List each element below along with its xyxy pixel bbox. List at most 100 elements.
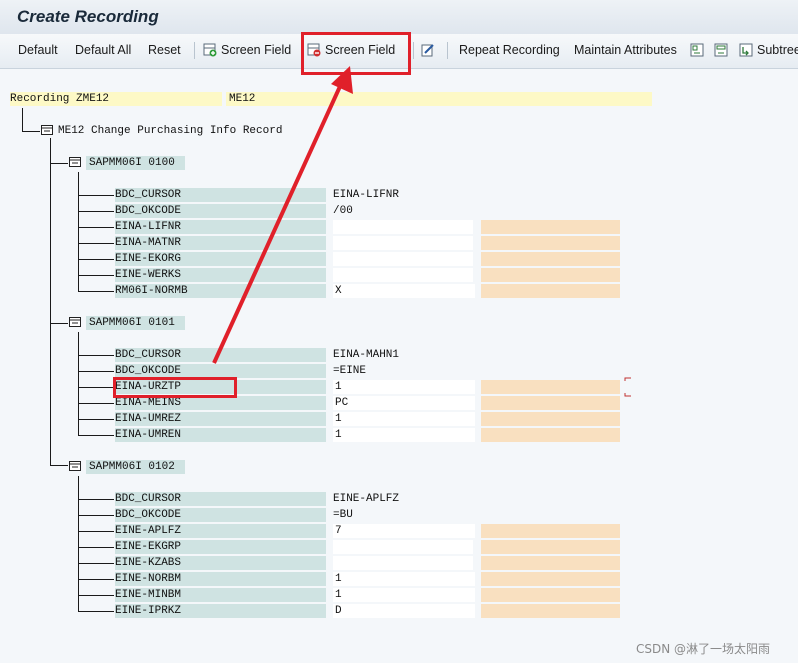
field-value[interactable]: /00 <box>333 204 473 218</box>
field-name[interactable]: BDC_OKCODE <box>115 364 326 378</box>
tree-line <box>50 163 68 164</box>
toolbar-separator <box>413 42 414 59</box>
tree-line <box>50 465 68 466</box>
tree-line <box>78 172 79 292</box>
field-value[interactable] <box>333 252 473 266</box>
field-name[interactable]: EINA-MEINS <box>115 396 326 410</box>
field-value[interactable]: PC <box>333 396 475 410</box>
field-name[interactable]: EINE-EKORG <box>115 252 326 266</box>
edit-pencil-icon[interactable] <box>421 43 435 57</box>
field-name[interactable]: EINE-NORBM <box>115 572 326 586</box>
field-extra[interactable] <box>481 572 620 586</box>
field-name[interactable]: EINA-LIFNR <box>115 220 326 234</box>
field-value[interactable]: EINA-MAHN1 <box>333 348 473 362</box>
default-all-button[interactable]: Default All <box>75 43 131 57</box>
field-value[interactable]: X <box>333 284 475 298</box>
watermark: CSDN @淋了一场太阳雨 <box>636 642 771 656</box>
field-extra[interactable] <box>481 284 620 298</box>
field-value[interactable] <box>333 236 473 250</box>
field-value[interactable]: =EINE <box>333 364 473 378</box>
folder-open-icon[interactable] <box>69 157 81 167</box>
default-button[interactable]: Default <box>18 43 58 57</box>
field-value[interactable]: =BU <box>333 508 473 522</box>
field-value[interactable]: EINA-LIFNR <box>333 188 473 202</box>
field-value[interactable] <box>333 556 473 570</box>
screen-dynpro: 0102 <box>148 461 175 473</box>
screen-program[interactable]: SAPMM06I 0100 <box>86 156 185 170</box>
folder-open-icon[interactable] <box>69 317 81 327</box>
recording-tcode: ME12 <box>226 92 652 106</box>
repeat-recording-button[interactable]: Repeat Recording <box>459 43 560 57</box>
folder-open-icon[interactable] <box>69 461 81 471</box>
root-transaction[interactable]: ME12 Change Purchasing Info Record <box>58 124 282 138</box>
field-name[interactable]: EINE-KZABS <box>115 556 326 570</box>
field-extra[interactable] <box>481 396 620 410</box>
field-extra[interactable] <box>481 380 620 394</box>
field-value[interactable] <box>333 220 473 234</box>
tree-line <box>78 332 79 436</box>
annotation-box-toolbar <box>301 32 411 75</box>
field-name[interactable]: EINA-UMREZ <box>115 412 326 426</box>
screen-program-name: SAPMM06I <box>89 317 142 329</box>
add-screen-field-label: Screen Field <box>221 43 292 57</box>
field-extra[interactable] <box>481 252 620 266</box>
field-value[interactable] <box>333 540 473 554</box>
field-extra[interactable] <box>481 540 620 554</box>
field-value[interactable]: 1 <box>333 380 475 394</box>
field-name[interactable]: BDC_CURSOR <box>115 348 326 362</box>
field-value[interactable]: 1 <box>333 572 475 586</box>
title-bar: Create Recording <box>0 0 798 34</box>
field-name[interactable]: BDC_OKCODE <box>115 508 326 522</box>
field-value[interactable]: 7 <box>333 524 475 538</box>
field-name[interactable]: EINA-UMREN <box>115 428 326 442</box>
folder-open-icon[interactable] <box>41 125 53 135</box>
tree-line <box>78 476 79 596</box>
field-name[interactable]: EINE-EKGRP <box>115 540 326 554</box>
screen-program-name: SAPMM06I <box>89 461 142 473</box>
field-extra[interactable] <box>481 412 620 426</box>
screen-dynpro: 0100 <box>148 157 175 169</box>
add-field-icon <box>203 43 217 57</box>
field-value[interactable]: 1 <box>333 412 475 426</box>
window-title: Create Recording <box>17 7 159 26</box>
field-name[interactable]: EINE-APLFZ <box>115 524 326 538</box>
field-extra[interactable] <box>481 556 620 570</box>
tree-line <box>22 108 23 132</box>
field-value[interactable]: EINE-APLFZ <box>333 492 473 506</box>
field-value[interactable]: D <box>333 604 475 618</box>
tree-line <box>78 596 79 612</box>
screen-program-name: SAPMM06I <box>89 157 142 169</box>
field-name[interactable]: BDC_CURSOR <box>115 188 326 202</box>
field-name[interactable]: EINE-WERKS <box>115 268 326 282</box>
field-value[interactable]: 1 <box>333 428 475 442</box>
field-name[interactable]: EINA-MATNR <box>115 236 326 250</box>
tree-line <box>50 323 68 324</box>
field-name[interactable]: EINE-MINBM <box>115 588 326 602</box>
recording-name: Recording ZME12 <box>10 92 222 106</box>
toolbar-separator <box>194 42 195 59</box>
subtree-label: Subtree <box>757 43 798 57</box>
field-name[interactable]: BDC_OKCODE <box>115 204 326 218</box>
screen-dynpro: 0101 <box>148 317 175 329</box>
field-extra[interactable] <box>481 588 620 602</box>
field-extra[interactable] <box>481 268 620 282</box>
field-value[interactable] <box>333 268 473 282</box>
field-extra[interactable] <box>481 604 620 618</box>
field-name[interactable]: RM06I-NORMB <box>115 284 326 298</box>
field-extra[interactable] <box>481 524 620 538</box>
recording-tree: Recording ZME12 ME12 ME12 Change Purchas… <box>0 68 798 663</box>
field-name[interactable]: EINE-IPRKZ <box>115 604 326 618</box>
collapse-icon[interactable] <box>714 43 728 57</box>
reset-button[interactable]: Reset <box>148 43 181 57</box>
screen-program[interactable]: SAPMM06I 0102 <box>86 460 185 474</box>
toolbar-separator <box>447 42 448 59</box>
field-extra[interactable] <box>481 220 620 234</box>
field-name[interactable]: BDC_CURSOR <box>115 492 326 506</box>
field-value[interactable]: 1 <box>333 588 475 602</box>
field-extra[interactable] <box>481 236 620 250</box>
annotation-box-field <box>113 377 237 398</box>
field-extra[interactable] <box>481 428 620 442</box>
maintain-attributes-button[interactable]: Maintain Attributes <box>574 43 677 57</box>
screen-program[interactable]: SAPMM06I 0101 <box>86 316 185 330</box>
expand-icon[interactable] <box>690 43 704 57</box>
